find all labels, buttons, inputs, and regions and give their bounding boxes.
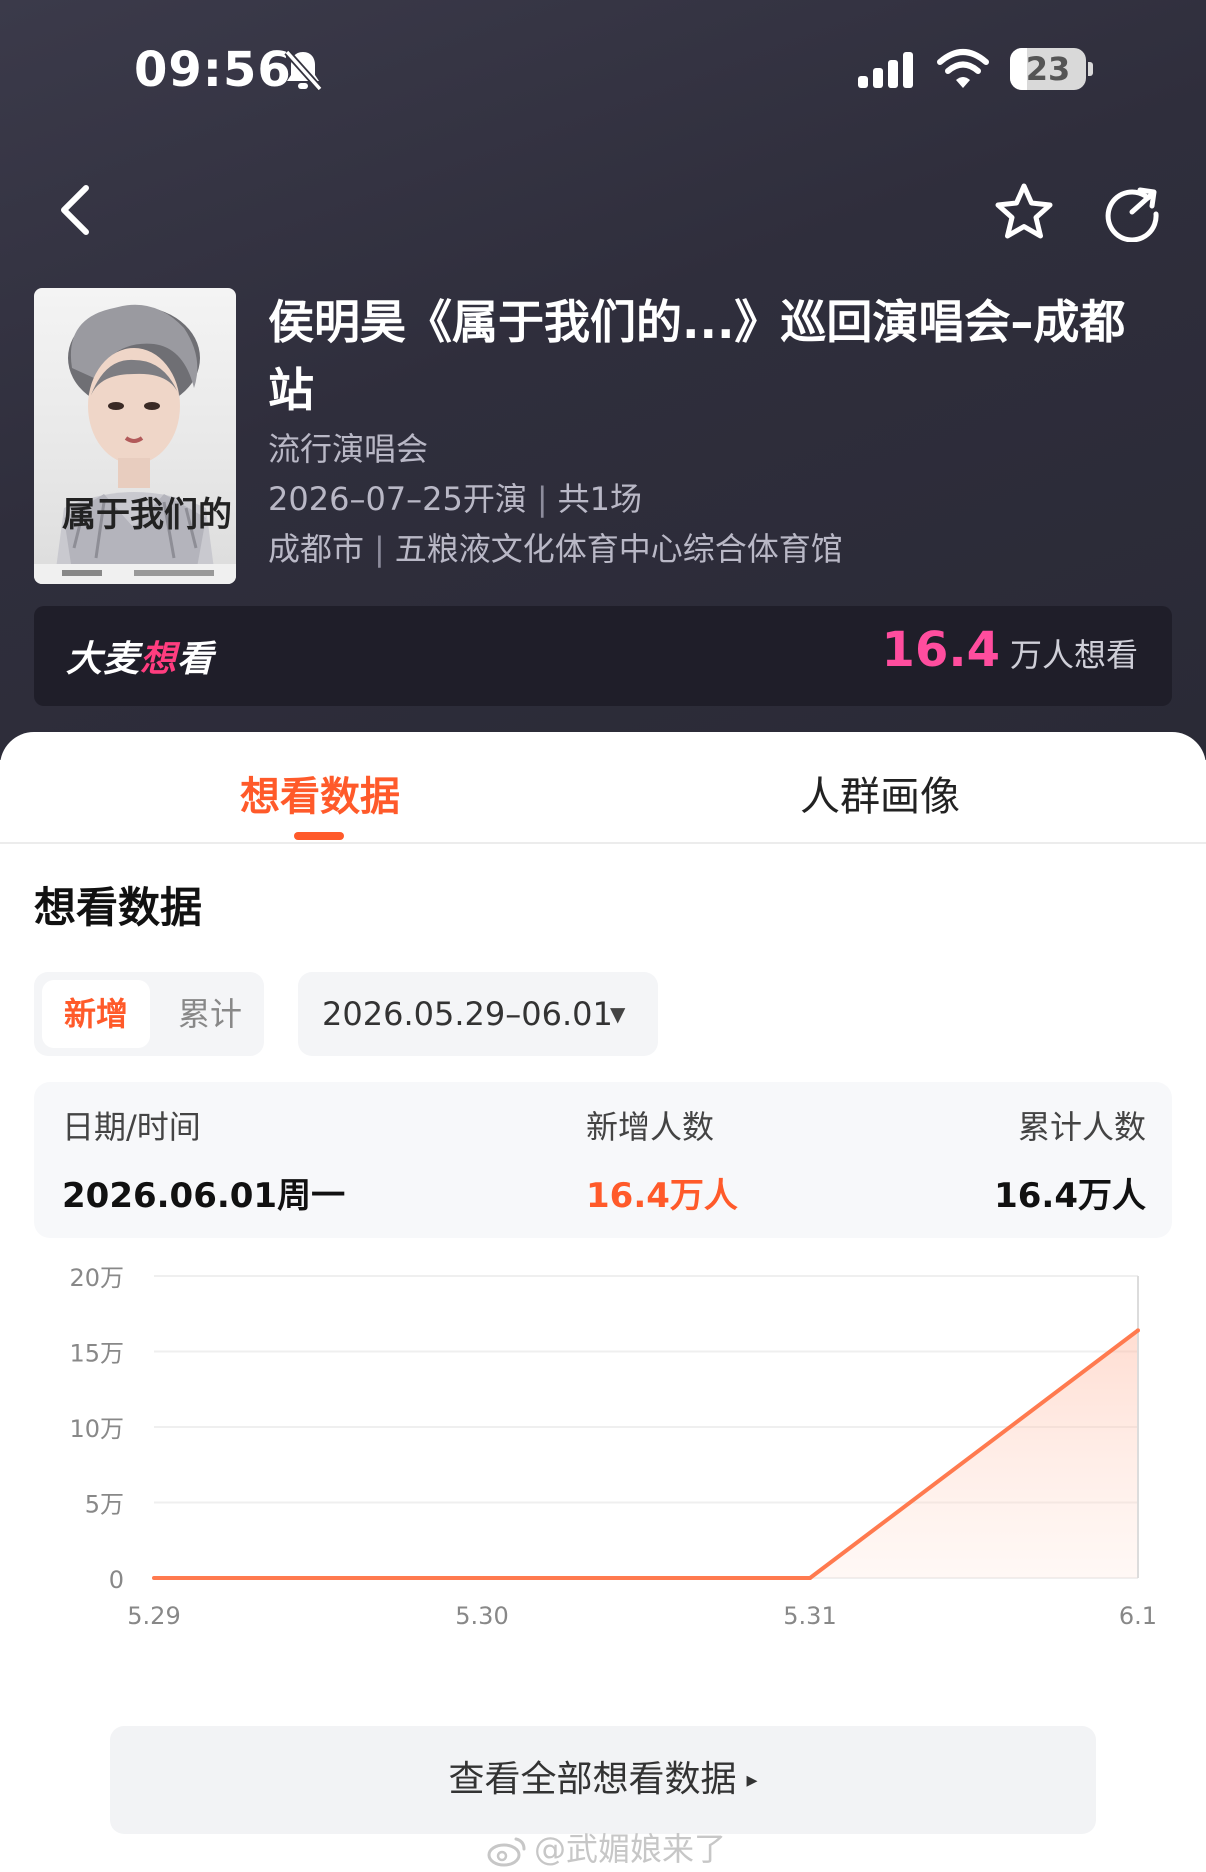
event-city: 成都市 (268, 530, 365, 568)
chart-data-point (1136, 1328, 1140, 1333)
share-icon[interactable] (1102, 182, 1162, 242)
tab-audience-profile[interactable]: 人群画像 (800, 764, 960, 822)
date-range-select[interactable]: 2026.05.29–06.01 ▼ (298, 972, 658, 1056)
event-date: 2026–07–25开演 (268, 480, 527, 518)
chart-data-point (152, 1576, 156, 1580)
status-time: 09:56 (134, 42, 292, 98)
chart-data-point (480, 1576, 484, 1580)
caret-down-icon: ▼ (610, 1002, 626, 1026)
mode-segmented-control: 新增 累计 (34, 972, 264, 1056)
stat-new-label: 新增人数 (586, 1108, 715, 1146)
stat-date-label: 日期/时间 (62, 1108, 201, 1146)
wifi-icon (937, 49, 989, 88)
tab-indicator (294, 832, 344, 840)
chart-y-tick-label: 0 (109, 1566, 124, 1594)
battery-indicator: 23 (1010, 48, 1093, 90)
chart-y-tick-label: 15万 (69, 1340, 124, 1368)
bell-slash-icon (284, 49, 323, 92)
chart-x-tick-label: 5.30 (455, 1602, 508, 1630)
watermark-text: @武媚娘来了 (534, 1830, 727, 1868)
battery-percentage: 23 (1025, 50, 1071, 88)
stat-total-label: 累计人数 (1017, 1108, 1146, 1146)
signal-icon (858, 52, 913, 88)
chart-x-tick-label: 5.31 (783, 1602, 836, 1630)
watermark: @武媚娘来了 (486, 1824, 726, 1870)
play-arrow-icon: ▸ (746, 1768, 758, 1793)
event-schedule: 2026–07–25开演 | 共1场 (268, 480, 643, 518)
event-location: 成都市 | 五粮液文化体育中心综合体育馆 (268, 530, 843, 568)
segment-cumulative[interactable]: 累计 (164, 980, 256, 1048)
event-title: 侯明昊《属于我们的...》巡回演唱会–成都站 (268, 295, 1126, 417)
chart-data-point (808, 1576, 812, 1580)
chevron-left-icon[interactable] (56, 182, 96, 238)
want-count-number: 16.4 (881, 622, 1000, 678)
event-category: 流行演唱会 (268, 430, 429, 468)
chart-x-tick-label: 5.29 (127, 1602, 180, 1630)
chart-y-tick-label: 20万 (69, 1264, 124, 1292)
chart-area-fill (154, 1330, 1138, 1578)
stat-total-value: 16.4万人 (994, 1176, 1146, 1216)
stat-new-value: 16.4万人 (586, 1176, 738, 1216)
event-header: 09:56 23 属于我们的 侯明昊《属于我们的...》巡回演唱会–成都站 流行… (0, 0, 1206, 760)
weibo-icon (487, 1837, 526, 1867)
damai-want-logo: 大麦想看 (66, 639, 215, 680)
tab-divider (0, 842, 1206, 844)
want-count-unit: 万人想看 (1009, 636, 1138, 674)
want-count: 16.4 万人想看 (882, 622, 1138, 678)
view-all-label: 查看全部想看数据 (448, 1759, 737, 1800)
want-to-see-bar[interactable]: 大麦想看 16.4 万人想看 (34, 606, 1172, 706)
chart-canvas: 0 5万 10万 15万 20万 5.29 5.30 5.31 6.1 (69, 1264, 1157, 1630)
poster-title: 属于我们的 (62, 495, 232, 535)
event-venue: 五粮液文化体育中心综合体育馆 (394, 530, 843, 568)
stat-date-value: 2026.06.01周一 (62, 1176, 346, 1216)
section-title: 想看数据 (34, 883, 203, 932)
view-all-data-button[interactable]: 查看全部想看数据 ▸ (110, 1726, 1096, 1834)
date-range-value: 2026.05.29–06.01 (322, 995, 613, 1033)
want-trend-chart: 0 5万 10万 15万 20万 5.29 5.30 5.31 6.1 (34, 1252, 1184, 1692)
chart-x-tick-label: 6.1 (1119, 1602, 1157, 1630)
event-poster[interactable]: 属于我们的 (34, 288, 236, 584)
status-bar: 09:56 23 (0, 0, 1206, 140)
tab-want-data[interactable]: 想看数据 (240, 764, 400, 822)
data-sheet: 想看数据 人群画像 想看数据 新增 累计 2026.05.29–06.01 ▼ … (0, 732, 1206, 1872)
stats-card: 日期/时间 新增人数 累计人数 2026.06.01周一 16.4万人 16.4… (34, 1082, 1172, 1238)
chart-y-tick-label: 5万 (85, 1491, 124, 1519)
segment-new[interactable]: 新增 (42, 980, 150, 1048)
chart-y-tick-label: 10万 (69, 1415, 124, 1443)
star-icon[interactable] (994, 182, 1054, 242)
event-info: 侯明昊《属于我们的...》巡回演唱会–成都站 流行演唱会 2026–07–25开… (268, 288, 1168, 574)
event-sessions: 共1场 (557, 480, 643, 518)
